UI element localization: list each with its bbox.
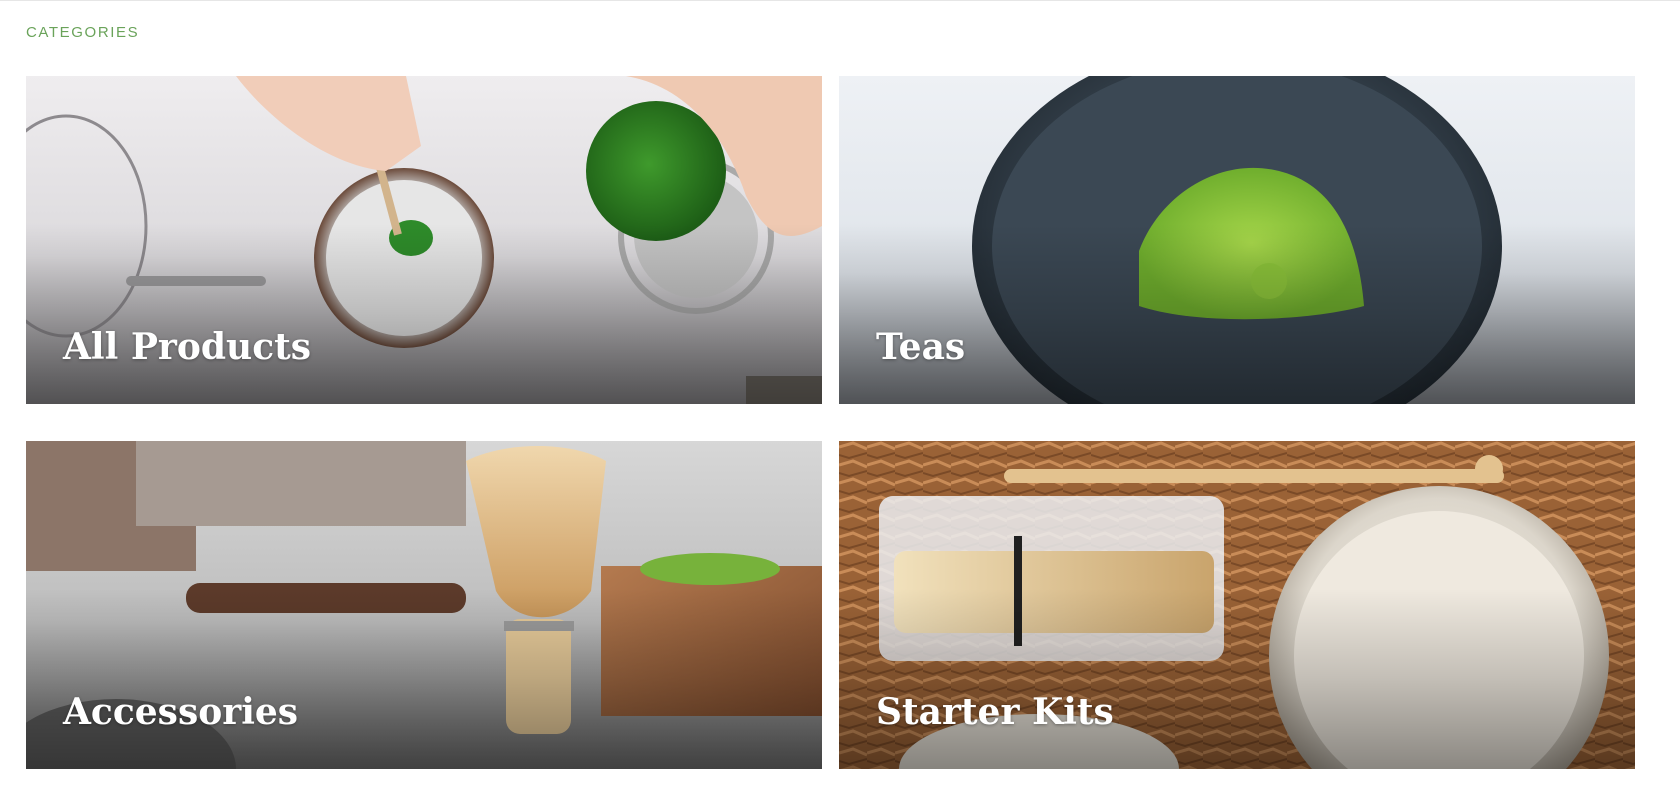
category-card-accessories[interactable]: Accessories [26,441,822,769]
section-title: CATEGORIES [26,24,140,41]
category-label: Starter Kits [876,691,1114,733]
category-card-starter-kits[interactable]: Starter Kits [839,441,1635,769]
category-card-all-products[interactable]: All Products [26,76,822,404]
category-label: All Products [63,326,312,368]
category-grid: All Products Teas Accessories Starter Ki… [26,76,1636,769]
category-label: Accessories [63,691,299,733]
top-divider [0,0,1680,1]
category-card-teas[interactable]: Teas [839,76,1635,404]
category-label: Teas [876,326,966,368]
